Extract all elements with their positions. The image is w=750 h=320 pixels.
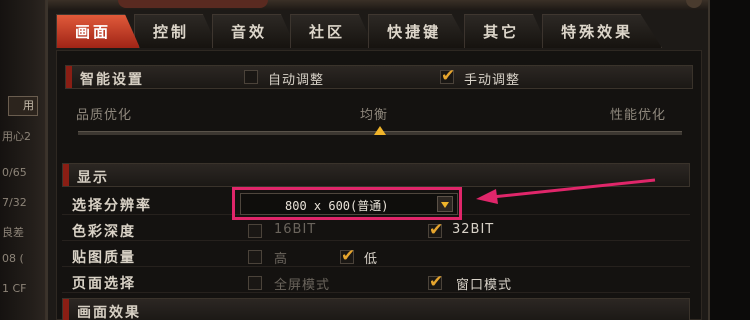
- highlight-box: [232, 187, 462, 220]
- tab-hotkeys[interactable]: 快捷键: [368, 14, 471, 48]
- background-game-panel: 用心2 0/65 7/32 良差 08 ( 1 CF 用: [0, 0, 46, 320]
- header-accent: [63, 164, 69, 186]
- color-16bit-label: 16BIT: [274, 222, 317, 237]
- auto-adjust-label: 自动调整: [268, 73, 325, 88]
- window-mode-row: [62, 271, 690, 293]
- windowed-label: 窗口模式: [456, 278, 513, 293]
- manual-adjust-checkbox[interactable]: [440, 66, 455, 86]
- auto-adjust-checkbox[interactable]: [244, 70, 258, 84]
- balanced-label: 均衡: [360, 108, 389, 123]
- color-depth-row: [62, 219, 690, 241]
- manual-adjust-label: 手动调整: [464, 73, 521, 88]
- background-text: 7/32: [2, 196, 27, 209]
- texture-label: 贴图质量: [72, 250, 136, 266]
- resolution-label: 选择分辨率: [72, 198, 152, 214]
- quality-slider-thumb[interactable]: [374, 126, 386, 135]
- smart-settings-header: 智能设置 自动调整 手动调整: [65, 65, 693, 89]
- header-accent: [63, 299, 69, 320]
- tab-sound[interactable]: 音效: [212, 14, 297, 48]
- fullscreen-label: 全屏模式: [274, 278, 331, 293]
- effects-header: 画面效果: [62, 298, 690, 320]
- background-text: 0/65: [2, 166, 27, 179]
- color-32bit-label: 32BIT: [452, 222, 495, 237]
- background-text: 1 CF: [2, 282, 27, 295]
- header-accent: [66, 66, 72, 88]
- tab-other[interactable]: 其它: [464, 14, 549, 48]
- tab-controls[interactable]: 控制: [134, 14, 219, 48]
- tab-display[interactable]: 画面: [56, 14, 141, 48]
- texture-low-label: 低: [364, 252, 379, 267]
- window-mode-label: 页面选择: [72, 276, 136, 292]
- texture-high-label: 高: [274, 252, 289, 267]
- texture-low-checkbox[interactable]: [340, 246, 355, 266]
- tab-special-effects[interactable]: 特殊效果: [542, 14, 663, 48]
- performance-label: 性能优化: [610, 108, 667, 123]
- background-text: 用心2: [2, 130, 31, 143]
- annotation-arrow-icon: [476, 178, 656, 204]
- color-32bit-checkbox[interactable]: [428, 220, 443, 240]
- texture-high-checkbox[interactable]: [248, 250, 262, 264]
- color-16bit-checkbox[interactable]: [248, 224, 262, 238]
- tab-bar: 画面 控制 音效 社区 快捷键 其它 特殊效果: [56, 14, 663, 48]
- title-bar: [48, 0, 708, 10]
- windowed-checkbox[interactable]: [428, 272, 443, 292]
- fullscreen-checkbox[interactable]: [248, 276, 262, 290]
- display-title: 显示: [77, 170, 109, 186]
- close-icon[interactable]: [686, 0, 702, 8]
- window-title-badge: [118, 0, 268, 8]
- smart-settings-title: 智能设置: [80, 72, 144, 88]
- background-button[interactable]: 用: [8, 96, 38, 116]
- quality-label: 品质优化: [76, 108, 133, 123]
- effects-title: 画面效果: [77, 305, 141, 320]
- tab-community[interactable]: 社区: [290, 14, 375, 48]
- color-depth-label: 色彩深度: [72, 224, 136, 240]
- background-text: 良差: [2, 226, 24, 239]
- background-text: 08 (: [2, 252, 24, 265]
